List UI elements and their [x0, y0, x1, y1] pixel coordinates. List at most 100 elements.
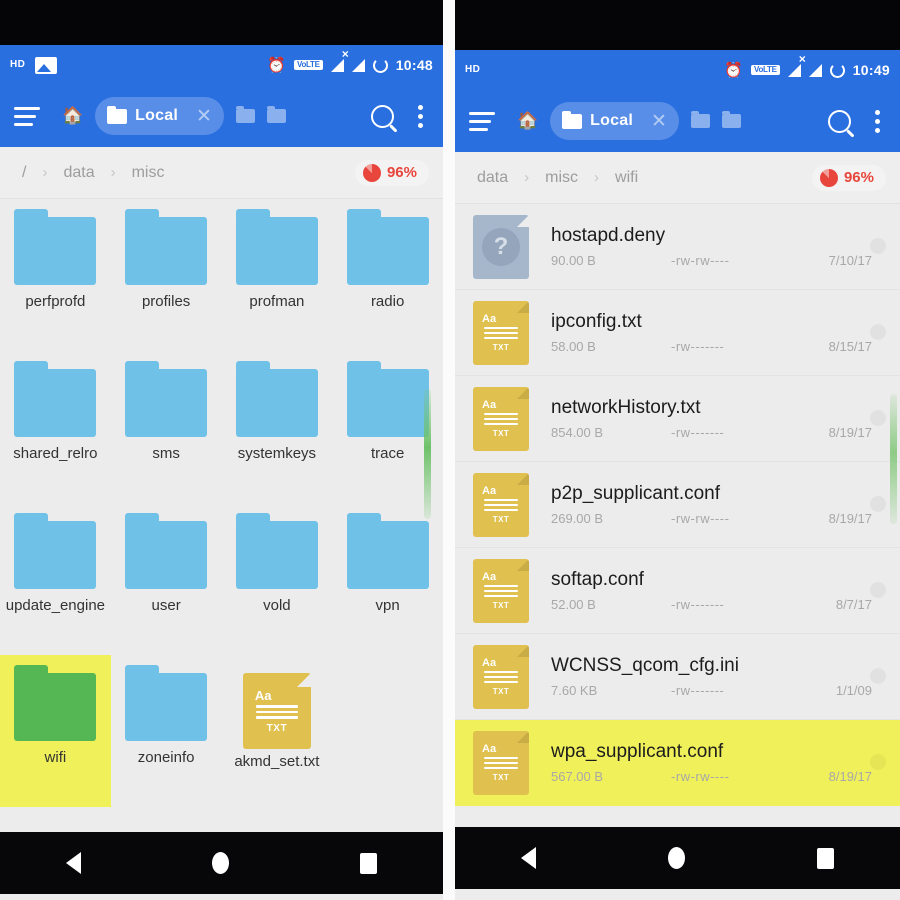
file-list-row[interactable]: Aa TXT networkHistory.txt 854.00 B -rw--…	[455, 376, 900, 462]
grid-item-folder[interactable]: vold	[222, 503, 333, 655]
grid-item-label: vpn	[375, 597, 400, 614]
back-button[interactable]	[521, 847, 536, 869]
file-icon-aa-label: Aa	[482, 484, 497, 497]
file-name: softap.conf	[551, 569, 644, 590]
breadcrumb-item-root[interactable]: /	[6, 164, 42, 182]
grid-item-folder[interactable]: update_engine	[0, 503, 111, 655]
row-checkbox[interactable]	[870, 238, 886, 254]
row-checkbox[interactable]	[870, 582, 886, 598]
pie-chart-icon	[819, 168, 838, 187]
alarm-icon: ⏰	[724, 62, 744, 79]
file-icon-lines	[484, 326, 518, 340]
home-button[interactable]	[211, 852, 229, 874]
tab-local-label: Local	[135, 107, 178, 124]
row-checkbox[interactable]	[870, 668, 886, 684]
grid-item-folder[interactable]: profman	[222, 199, 333, 351]
tab-local[interactable]: Local ✕	[550, 102, 679, 140]
folder-icon	[125, 513, 208, 589]
sync-ring-icon	[829, 62, 845, 78]
file-list-row[interactable]: Aa TXT ipconfig.txt 58.00 B -rw------- 8…	[455, 290, 900, 376]
folder-icon	[235, 513, 318, 589]
volte-badge: VoLTE	[751, 64, 780, 76]
file-list-row[interactable]: Aa TXT wpa_supplicant.conf 567.00 B -rw-…	[455, 720, 900, 806]
file-permissions: -rw-------	[671, 683, 725, 698]
breadcrumb-item-misc[interactable]: misc	[529, 169, 594, 187]
folder-icon	[235, 209, 318, 285]
left-file-grid-container: perfprofd profiles profman radio shared_relr…	[0, 199, 443, 832]
file-list-row[interactable]: Aa TXT softap.conf 52.00 B -rw------- 8/…	[455, 548, 900, 634]
grid-item-file[interactable]: Aa TXT akmd_set.txt	[222, 655, 333, 807]
recents-button[interactable]	[817, 847, 834, 869]
storage-badge[interactable]: 96%	[811, 164, 886, 191]
tab-placeholder-1[interactable]	[690, 111, 710, 128]
storage-badge[interactable]: 96%	[354, 159, 429, 186]
alarm-icon: ⏰	[267, 57, 287, 74]
breadcrumb-item-data[interactable]: data	[461, 169, 524, 187]
hamburger-menu-icon[interactable]	[14, 106, 40, 126]
row-checkbox[interactable]	[870, 324, 886, 340]
file-sub-row: 52.00 B -rw------- 8/7/17	[551, 597, 890, 612]
file-icon-type-label: TXT	[492, 773, 510, 783]
file-icon-aa-label: Aa	[254, 688, 272, 704]
home-icon[interactable]: 🏠	[62, 106, 83, 126]
file-sub-row: 7.60 KB -rw------- 1/1/09	[551, 683, 890, 698]
recents-button[interactable]	[360, 852, 378, 874]
close-icon[interactable]: ✕	[651, 110, 667, 133]
home-button[interactable]	[668, 847, 685, 869]
grid-item-folder[interactable]: profiles	[111, 199, 222, 351]
tab-placeholder-2[interactable]	[266, 106, 286, 123]
grid-item-folder[interactable]: systemkeys	[222, 351, 333, 503]
breadcrumb-item-misc[interactable]: misc	[116, 164, 181, 182]
tab-placeholder-1[interactable]	[235, 106, 255, 123]
left-status-bar: HD ⏰ VoLTE 10:48	[0, 45, 443, 85]
overflow-menu-icon[interactable]	[869, 108, 886, 135]
file-sub-row: 90.00 B -rw-rw---- 7/10/17	[551, 253, 890, 268]
storage-percent: 96%	[843, 169, 874, 186]
txt-file-icon: Aa TXT	[473, 558, 529, 623]
row-checkbox[interactable]	[870, 410, 886, 426]
tab-placeholder-2[interactable]	[721, 111, 741, 128]
search-icon[interactable]	[371, 104, 394, 128]
row-checkbox[interactable]	[870, 496, 886, 512]
screenshot-stage: HD ⏰ VoLTE 10:48 🏠 Local ✕	[0, 0, 900, 900]
file-sub-row: 854.00 B -rw------- 8/19/17	[551, 425, 890, 440]
grid-item-folder[interactable]: vpn	[332, 503, 443, 655]
grid-item-label: perfprofd	[25, 293, 86, 310]
grid-item-folder[interactable]: wifi	[0, 655, 111, 807]
grid-item-folder[interactable]: perfprofd	[0, 199, 111, 351]
grid-item-folder[interactable]: shared_relro	[0, 351, 111, 503]
grid-item-folder[interactable]: sms	[111, 351, 222, 503]
row-checkbox[interactable]	[870, 754, 886, 770]
grid-item-folder[interactable]: user	[111, 503, 222, 655]
file-size: 7.60 KB	[551, 683, 598, 698]
file-permissions: -rw-------	[671, 597, 725, 612]
file-icon-lines	[255, 705, 298, 719]
file-icon-aa-label: Aa	[482, 570, 497, 583]
file-meta: hostapd.deny 90.00 B -rw-rw---- 7/10/17	[551, 225, 890, 268]
scrollbar-thumb[interactable]	[890, 394, 897, 524]
back-button[interactable]	[65, 852, 81, 874]
overflow-menu-icon[interactable]	[412, 103, 429, 130]
search-icon[interactable]	[828, 109, 851, 133]
file-meta: WCNSS_qcom_cfg.ini 7.60 KB -rw------- 1/…	[551, 655, 890, 698]
panel-divider	[443, 0, 455, 900]
grid-item-folder[interactable]: radio	[332, 199, 443, 351]
txt-file-icon: Aa TXT	[242, 673, 311, 749]
tab-local[interactable]: Local ✕	[95, 97, 224, 135]
file-size: 854.00 B	[551, 425, 604, 440]
file-list-row[interactable]: Aa TXT WCNSS_qcom_cfg.ini 7.60 KB -rw---…	[455, 634, 900, 720]
grid-item-folder[interactable]: zoneinfo	[111, 655, 222, 807]
home-icon[interactable]: 🏠	[517, 111, 538, 131]
breadcrumb-item-wifi[interactable]: wifi	[599, 169, 654, 187]
file-meta: ipconfig.txt 58.00 B -rw------- 8/15/17	[551, 311, 890, 354]
tab-local-label: Local	[590, 112, 633, 129]
scrollbar-thumb[interactable]	[424, 389, 431, 519]
hamburger-menu-icon[interactable]	[469, 111, 495, 131]
file-list-row[interactable]: Aa TXT p2p_supplicant.conf 269.00 B -rw-…	[455, 462, 900, 548]
breadcrumb-item-data[interactable]: data	[47, 164, 110, 182]
file-date: 8/15/17	[828, 339, 872, 354]
file-list-row[interactable]: ? hostapd.deny 90.00 B -rw-rw---- 7/10/1…	[455, 204, 900, 290]
file-meta: wpa_supplicant.conf 567.00 B -rw-rw---- …	[551, 741, 890, 784]
close-icon[interactable]: ✕	[196, 105, 212, 128]
left-phone-panel: HD ⏰ VoLTE 10:48 🏠 Local ✕	[0, 0, 443, 900]
